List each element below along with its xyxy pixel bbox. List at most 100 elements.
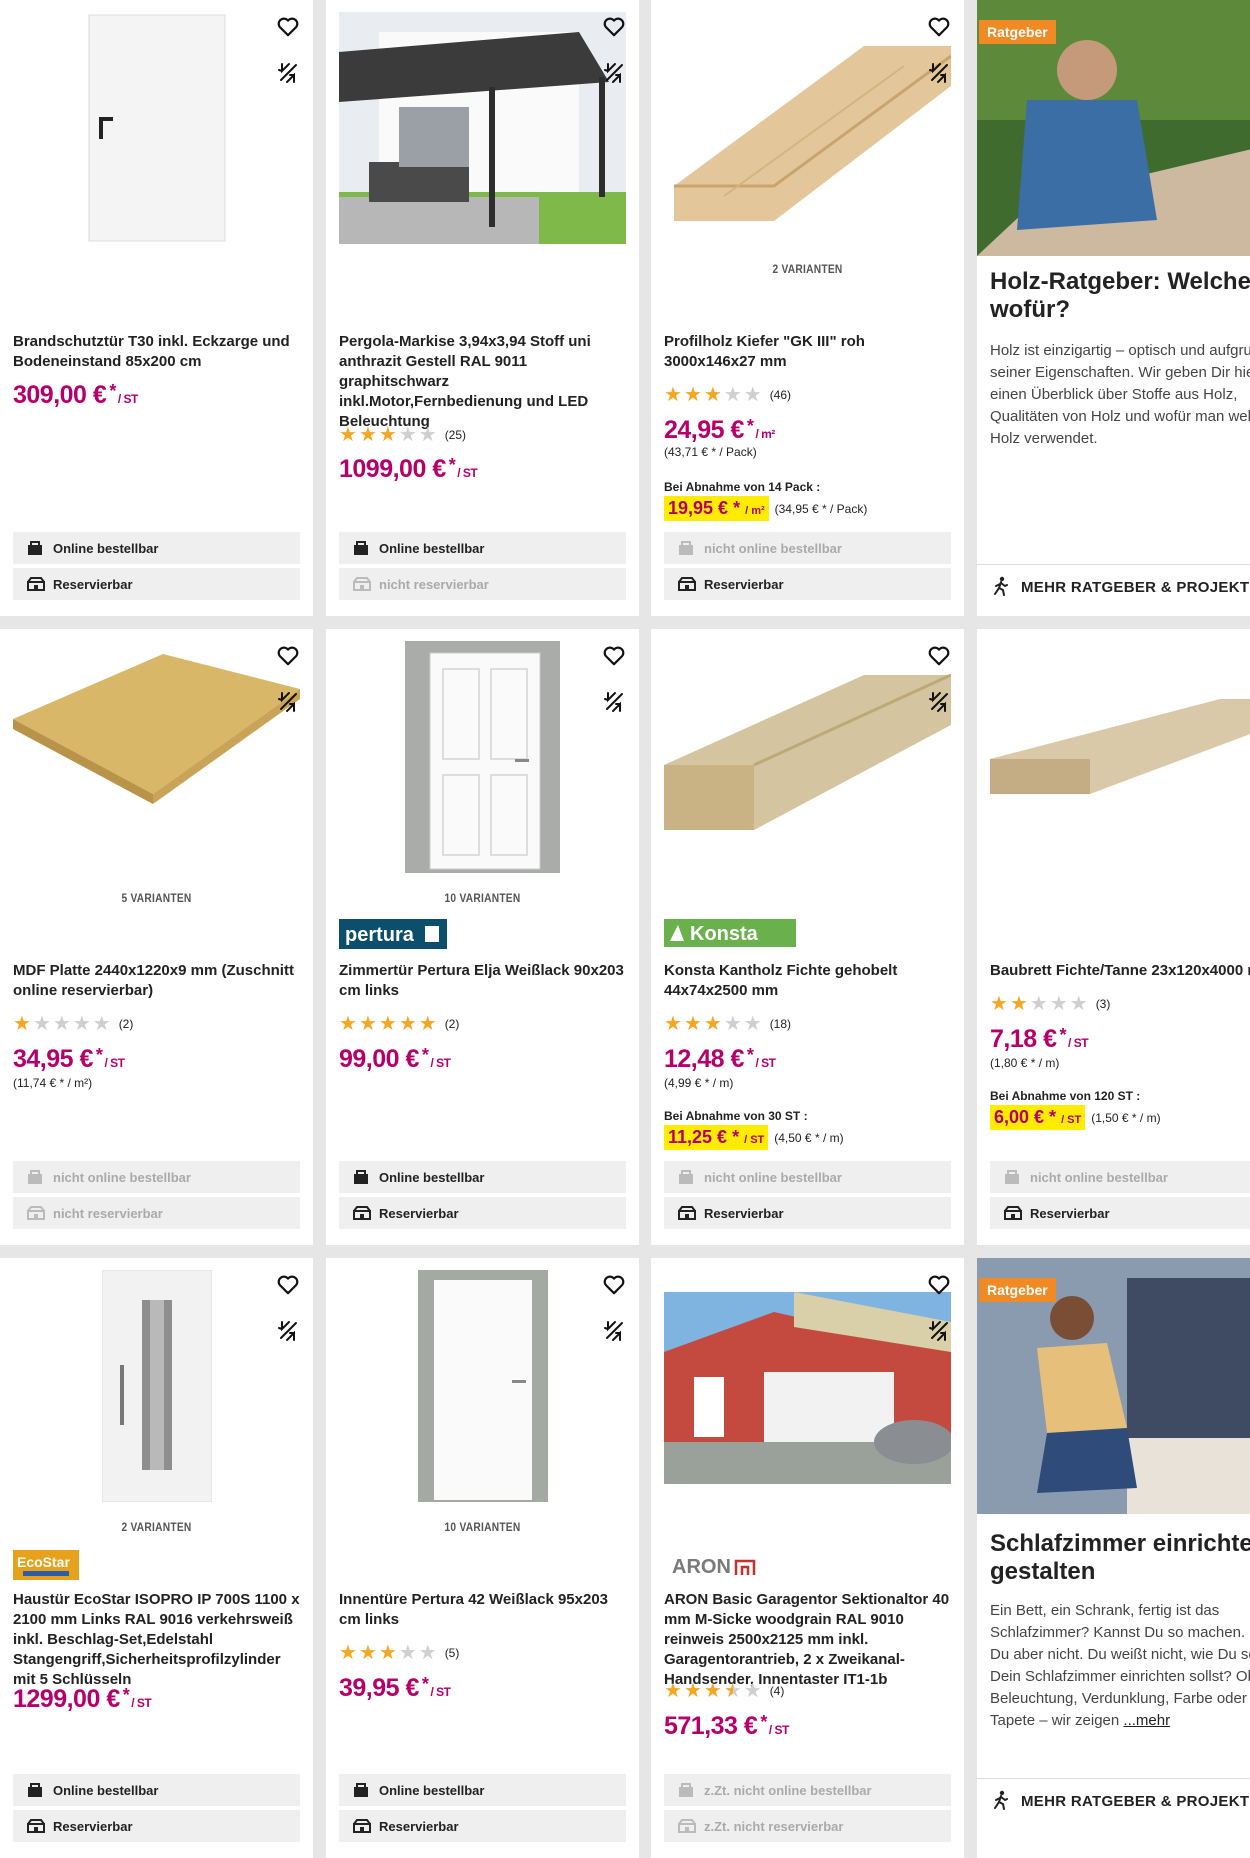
ratgeber-card[interactable]: Ratgeber Holz-Ratgeber: Welches Holzwofür…	[977, 0, 1250, 616]
read-more-link[interactable]: ...mehr	[1123, 1712, 1170, 1729]
product-card[interactable]: Konsta Konsta Kantholz Fichte gehobelt 44…	[651, 629, 964, 1245]
compare-icon[interactable]	[275, 60, 301, 86]
product-card[interactable]: ARON ARON Basic Garagentor Sektionaltor 4…	[651, 1258, 964, 1858]
reserve-availability[interactable]: Reservierbar	[13, 1810, 300, 1842]
review-count[interactable]: (3)	[1096, 997, 1111, 1011]
product-card[interactable]: 2 VARIANTEN EcoStar Haustür EcoStar ISOPRO…	[0, 1258, 313, 1858]
wishlist-heart-icon[interactable]	[926, 1272, 952, 1298]
bulk-price: 11,25 € * / ST (4,50 € * / m)	[664, 1125, 844, 1150]
review-count[interactable]: (46)	[770, 388, 791, 402]
reserve-availability[interactable]: nicht reservierbar	[13, 1197, 300, 1229]
review-count[interactable]: (18)	[770, 1017, 791, 1031]
review-count[interactable]: (4)	[770, 1684, 785, 1698]
compare-icon[interactable]	[601, 60, 627, 86]
wishlist-heart-icon[interactable]	[926, 14, 952, 40]
compare-icon[interactable]	[926, 689, 952, 715]
wishlist-heart-icon[interactable]	[275, 643, 301, 669]
box-icon	[27, 1782, 45, 1798]
wishlist-heart-icon[interactable]	[601, 643, 627, 669]
bulk-unit: / ST	[1061, 1114, 1082, 1126]
online-availability[interactable]: nicht online bestellbar	[664, 1161, 951, 1193]
compare-icon[interactable]	[926, 1318, 952, 1344]
wishlist-heart-icon[interactable]	[275, 14, 301, 40]
product-price: 12,48 € * / ST	[664, 1045, 776, 1074]
reserve-availability[interactable]: Reservierbar	[13, 568, 300, 600]
compare-icon[interactable]	[926, 60, 952, 86]
reserve-availability[interactable]: Reservierbar	[990, 1197, 1250, 1229]
product-card[interactable]: 2 VARIANTEN Profilholz Kiefer "GK III" ro…	[651, 0, 964, 616]
online-availability[interactable]: Online bestellbar	[13, 532, 300, 564]
product-card[interactable]: 10 VARIANTEN pertura Zimmertür Pertura Elj…	[326, 629, 639, 1245]
product-title[interactable]: Zimmertür Pertura Elja Weißlack 90x203 c…	[339, 961, 629, 1001]
product-image[interactable]	[339, 1270, 626, 1502]
online-availability[interactable]: z.Zt. nicht online bestellbar	[664, 1774, 951, 1806]
online-availability[interactable]: nicht online bestellbar	[13, 1161, 300, 1193]
review-count[interactable]: (2)	[445, 1017, 460, 1031]
review-count[interactable]: (2)	[119, 1017, 134, 1031]
product-image[interactable]	[13, 12, 300, 244]
online-availability[interactable]: Online bestellbar	[339, 532, 626, 564]
price-asterisk: *	[746, 1045, 754, 1065]
product-image[interactable]	[664, 665, 951, 845]
product-card[interactable]: Baubrett Fichte/Tanne 23x120x4000 mm ★ ★ ★ ★…	[977, 629, 1250, 1245]
online-availability[interactable]: nicht online bestellbar	[990, 1161, 1250, 1193]
product-title[interactable]: Pergola-Markise 3,94x3,94 Stoff uni anth…	[339, 332, 629, 432]
variants-count[interactable]: 2 VARIANTEN	[23, 1520, 289, 1534]
ratgeber-title[interactable]: Schlafzimmer einrichten &gestalten	[990, 1530, 1250, 1586]
product-title[interactable]: Haustür EcoStar ISOPRO IP 700S 1100 x 21…	[13, 1590, 303, 1690]
wishlist-heart-icon[interactable]	[601, 14, 627, 40]
more-ratgeber-link[interactable]: MEHR RATGEBER & PROJEKTE	[977, 1778, 1250, 1824]
product-title[interactable]: ARON Basic Garagentor Sektionaltor 40 mm…	[664, 1590, 954, 1690]
product-image[interactable]	[664, 1292, 951, 1484]
compare-icon[interactable]	[601, 689, 627, 715]
bulk-label: Bei Abnahme von 30 ST :	[664, 1109, 808, 1123]
online-availability[interactable]: Online bestellbar	[13, 1774, 300, 1806]
product-image[interactable]	[990, 689, 1250, 829]
reserve-availability[interactable]: Reservierbar	[664, 568, 951, 600]
variants-count[interactable]: 5 VARIANTEN	[23, 891, 289, 905]
reserve-availability[interactable]: Reservierbar	[664, 1197, 951, 1229]
reserve-availability[interactable]: Reservierbar	[339, 1197, 626, 1229]
online-availability[interactable]: Online bestellbar	[339, 1161, 626, 1193]
variants-count[interactable]: 10 VARIANTEN	[349, 891, 615, 905]
wishlist-heart-icon[interactable]	[926, 643, 952, 669]
product-card[interactable]: Pergola-Markise 3,94x3,94 Stoff uni anth…	[326, 0, 639, 616]
product-image[interactable]	[664, 26, 951, 226]
product-title[interactable]: Innentüre Pertura 42 Weißlack 95x203 cm …	[339, 1590, 629, 1630]
online-availability[interactable]: Online bestellbar	[339, 1774, 626, 1806]
ratgeber-title[interactable]: Holz-Ratgeber: Welches Holzwofür?	[990, 268, 1250, 324]
product-title[interactable]: Baubrett Fichte/Tanne 23x120x4000 mm	[990, 961, 1250, 981]
online-label: Online bestellbar	[53, 540, 159, 556]
reserve-availability[interactable]: Reservierbar	[339, 1810, 626, 1842]
compare-icon[interactable]	[275, 689, 301, 715]
wishlist-heart-icon[interactable]	[601, 1272, 627, 1298]
product-card[interactable]: 10 VARIANTEN Innentüre Pertura 42 Weißlac…	[326, 1258, 639, 1858]
online-availability[interactable]: nicht online bestellbar	[664, 532, 951, 564]
compare-icon[interactable]	[601, 1318, 627, 1344]
review-count[interactable]: (5)	[445, 1646, 460, 1660]
product-title[interactable]: Brandschutztür T30 inkl. Eckzarge und Bo…	[13, 332, 303, 372]
variants-count[interactable]: 10 VARIANTEN	[349, 1520, 615, 1534]
review-count[interactable]: (25)	[445, 428, 466, 442]
reserve-availability[interactable]: nicht reservierbar	[339, 568, 626, 600]
compare-icon[interactable]	[275, 1318, 301, 1344]
more-ratgeber-link[interactable]: MEHR RATGEBER & PROJEKTE	[977, 564, 1250, 610]
product-title[interactable]: Konsta Kantholz Fichte gehobelt 44x74x25…	[664, 961, 954, 1001]
star-icon: ★	[703, 1680, 722, 1702]
variants-count[interactable]: 2 VARIANTEN	[674, 262, 940, 276]
product-card[interactable]: 5 VARIANTEN MDF Platte 2440x1220x9 mm (Zu…	[0, 629, 313, 1245]
product-card[interactable]: Brandschutztür T30 inkl. Eckzarge und Bo…	[0, 0, 313, 616]
ratgeber-card[interactable]: Ratgeber Schlafzimmer einrichten &gestalt…	[977, 1258, 1250, 1858]
product-image[interactable]	[339, 12, 626, 244]
product-image[interactable]	[13, 649, 300, 829]
brand-logo: Konsta	[664, 919, 796, 952]
reserve-availability[interactable]: z.Zt. nicht reservierbar	[664, 1810, 951, 1842]
box-icon	[678, 1169, 696, 1185]
product-image[interactable]	[13, 1270, 300, 1502]
price-asterisk: *	[746, 416, 754, 436]
wishlist-heart-icon[interactable]	[275, 1272, 301, 1298]
product-title[interactable]: Profilholz Kiefer "GK III" roh 3000x146x…	[664, 332, 954, 372]
price-unit: / ST	[117, 392, 139, 406]
product-image[interactable]	[339, 641, 626, 873]
product-title[interactable]: MDF Platte 2440x1220x9 mm (Zuschnitt onl…	[13, 961, 303, 1001]
